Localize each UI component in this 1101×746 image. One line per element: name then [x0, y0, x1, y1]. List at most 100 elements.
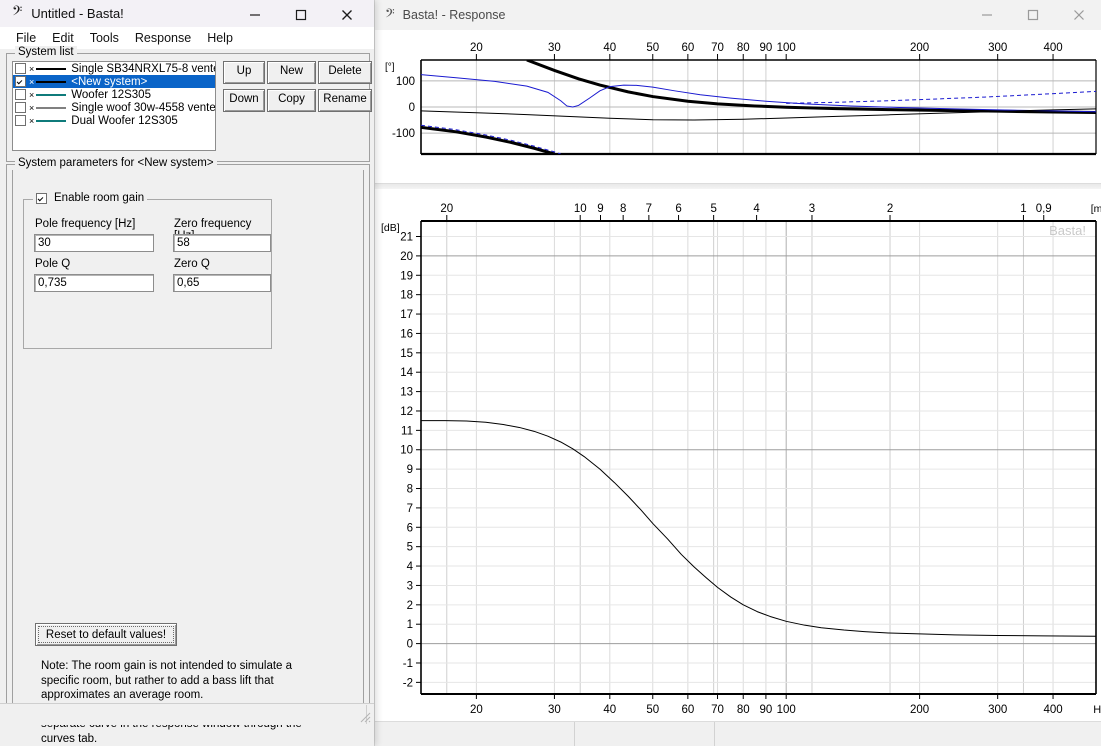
system-marker-icon: ×: [29, 77, 34, 87]
system-checkbox[interactable]: [15, 115, 26, 126]
system-list-item[interactable]: ×Dual Woofer 12S305: [13, 114, 215, 127]
curve-color-swatch: [36, 81, 66, 83]
curve-color-swatch: [36, 68, 66, 70]
response-status-panel-3: [715, 722, 1101, 746]
pole-q-input[interactable]: [34, 274, 154, 292]
response-titlebar: 𝄢 Basta! - Response: [375, 0, 1101, 31]
room-gain-panel: Enable room gain Pole frequency [Hz] Zer…: [12, 170, 364, 712]
svg-text:400: 400: [1043, 42, 1062, 54]
svg-text:7: 7: [407, 503, 413, 515]
response-maximize-button[interactable]: [1010, 0, 1056, 30]
svg-text:9: 9: [407, 464, 413, 476]
menu-item-file[interactable]: File: [8, 29, 44, 47]
svg-text:40: 40: [603, 704, 616, 716]
magnitude-chart: 20109876543210,9[m][dB]21201918171615141…: [375, 189, 1101, 724]
main-body: System list ×Single SB34NRXL75-8 vented×…: [0, 49, 374, 725]
svg-text:[°]: [°]: [385, 62, 395, 73]
system-list-item[interactable]: × Single woof 30w-4558 vented: [13, 101, 215, 114]
response-minimize-button[interactable]: [964, 0, 1010, 30]
magnitude-chart-svg: 20109876543210,9[m][dB]21201918171615141…: [375, 189, 1101, 724]
main-window: 𝄢 Untitled - Basta! FileEditToolsRespons…: [0, 0, 374, 746]
system-list-item-label: Single woof 30w-4558 vented: [71, 102, 216, 114]
svg-text:2: 2: [887, 203, 893, 215]
svg-text:60: 60: [681, 42, 694, 54]
response-window: 𝄢 Basta! - Response 20304050607080901002…: [374, 0, 1101, 746]
enable-room-gain-checkbox[interactable]: [36, 193, 47, 204]
bass-clef-icon: 𝄢: [12, 6, 22, 22]
svg-text:70: 70: [711, 704, 724, 716]
reset-to-default-button[interactable]: Reset to default values!: [35, 623, 177, 646]
rename-button[interactable]: Rename: [318, 89, 372, 112]
system-checkbox[interactable]: [15, 89, 26, 100]
main-maximize-button[interactable]: [278, 0, 324, 30]
svg-text:90: 90: [760, 42, 773, 54]
menu-item-response[interactable]: Response: [127, 29, 199, 47]
svg-text:17: 17: [400, 309, 413, 321]
svg-text:50: 50: [646, 42, 659, 54]
svg-text:70: 70: [711, 42, 724, 54]
system-marker-icon: ×: [29, 103, 34, 113]
system-list-item-label: Dual Woofer 12S305: [71, 115, 178, 127]
curve-color-swatch: [36, 107, 66, 109]
menu-item-help[interactable]: Help: [199, 29, 241, 47]
system-checkbox[interactable]: [15, 76, 26, 87]
system-list-item[interactable]: ×Woofer 12S305: [13, 88, 215, 101]
pole-frequency-input[interactable]: [34, 234, 154, 252]
up-button[interactable]: Up: [223, 61, 265, 84]
zero-frequency-input[interactable]: [173, 234, 271, 252]
enable-room-gain-label: Enable room gain: [54, 192, 144, 204]
system-list[interactable]: ×Single SB34NRXL75-8 vented×<New system>…: [12, 61, 216, 151]
svg-text:3: 3: [407, 580, 413, 592]
system-checkbox[interactable]: [15, 102, 26, 113]
zero-q-input[interactable]: [173, 274, 271, 292]
phase-chart-svg: 20304050607080901002003004001000-100[°]: [375, 30, 1101, 185]
response-status-panel-2: [575, 722, 715, 746]
svg-text:90: 90: [760, 704, 773, 716]
down-button[interactable]: Down: [223, 89, 265, 112]
svg-text:12: 12: [400, 406, 413, 418]
main-window-title: Untitled - Basta!: [31, 6, 124, 21]
system-checkbox[interactable]: [15, 63, 26, 74]
svg-text:4: 4: [753, 203, 760, 215]
svg-text:18: 18: [400, 290, 413, 302]
svg-text:100: 100: [777, 42, 796, 54]
svg-text:15: 15: [400, 348, 413, 360]
response-status-panel-1: [375, 722, 575, 746]
svg-text:1: 1: [407, 619, 413, 631]
svg-text:6: 6: [407, 522, 413, 534]
svg-text:1: 1: [1020, 203, 1026, 215]
main-close-button[interactable]: [324, 0, 370, 30]
svg-text:-1: -1: [403, 658, 413, 670]
svg-text:30: 30: [548, 42, 561, 54]
copy-button[interactable]: Copy: [267, 89, 316, 112]
delete-button[interactable]: Delete: [318, 61, 372, 84]
menu-item-edit[interactable]: Edit: [44, 29, 82, 47]
system-list-item-label: Single SB34NRXL75-8 vented: [71, 63, 216, 75]
svg-text:0: 0: [407, 639, 413, 651]
svg-text:-2: -2: [403, 677, 413, 689]
svg-text:20: 20: [440, 203, 453, 215]
svg-text:8: 8: [620, 203, 626, 215]
system-list-item[interactable]: ×Single SB34NRXL75-8 vented: [13, 62, 215, 75]
new-button[interactable]: New: [267, 61, 316, 84]
svg-text:3: 3: [809, 203, 815, 215]
svg-text:[m]: [m]: [1091, 203, 1101, 215]
zero-q-label: Zero Q: [174, 258, 210, 270]
menu-item-tools[interactable]: Tools: [82, 29, 127, 47]
svg-text:14: 14: [400, 367, 413, 379]
main-minimize-button[interactable]: [232, 0, 278, 30]
svg-text:200: 200: [910, 704, 929, 716]
svg-text:50: 50: [646, 704, 659, 716]
system-parameters-legend: System parameters for <New system>: [15, 157, 217, 169]
main-status-panel: [1, 705, 367, 724]
system-list-item[interactable]: ×<New system>: [13, 75, 215, 88]
svg-text:0: 0: [409, 102, 415, 114]
svg-text:200: 200: [910, 42, 929, 54]
svg-text:20: 20: [400, 251, 413, 263]
curve-color-swatch: [36, 120, 66, 122]
svg-text:-100: -100: [392, 128, 415, 140]
bass-clef-icon: 𝄢: [385, 8, 395, 23]
response-close-button[interactable]: [1056, 0, 1101, 30]
svg-text:16: 16: [400, 328, 413, 340]
resize-grip-icon[interactable]: [359, 711, 371, 723]
